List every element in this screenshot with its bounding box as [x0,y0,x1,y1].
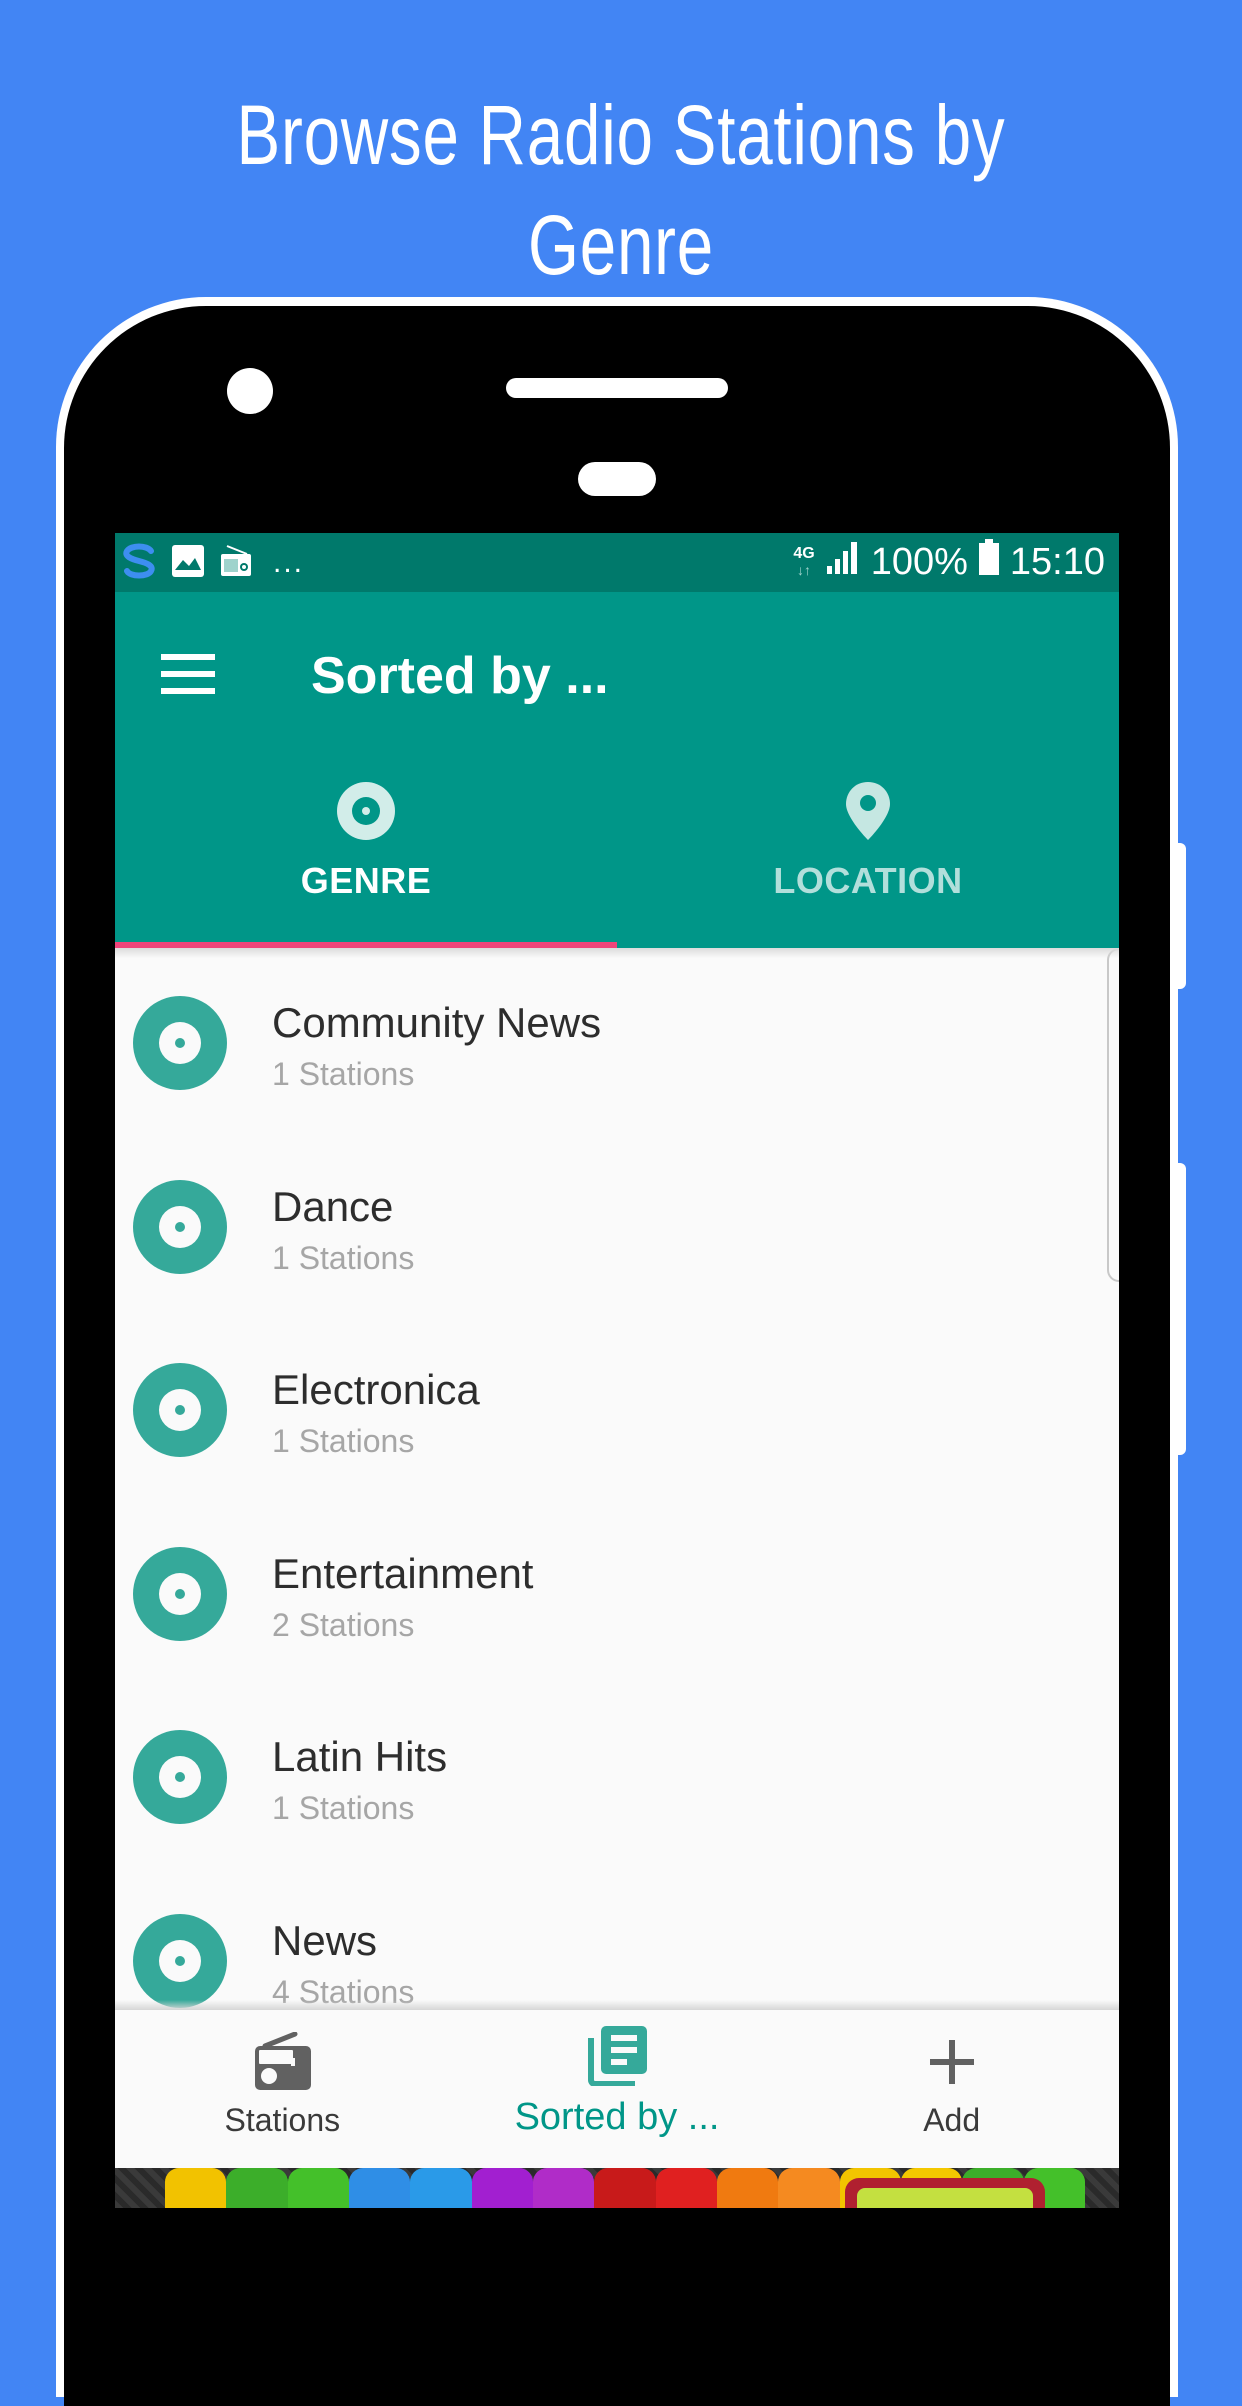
genre-list-item[interactable]: Latin Hits 1 Stations [115,1682,1119,1866]
nav-stations[interactable]: Stations [115,2010,450,2168]
battery-percent: 100% [870,540,968,583]
tab-bar: GENRE LOCATION [115,760,1119,948]
phone-sensor [578,462,656,496]
status-bar: ... 4G ↓↑ 100% 15:10 [115,533,1119,592]
network-indicator: 4G ↓↑ [793,545,815,579]
nav-sorted-by-label: Sorted by ... [514,2096,720,2138]
station-count: 1 Stations [272,1239,415,1276]
phone-side-button [1176,843,1186,989]
plus-icon [929,2040,974,2089]
genre-name: Dance [272,1182,394,1230]
location-pin-icon [845,782,891,845]
ad-cta-button[interactable] [845,2178,1045,2208]
ad-banner[interactable] [115,2168,1119,2208]
disc-icon [133,996,227,1095]
network-type: 4G [793,545,815,562]
hamburger-menu-icon[interactable] [161,654,215,694]
toolbar-title: Sorted by ... [311,647,609,705]
genre-list-item[interactable]: News 4 Stations [115,1866,1119,2011]
station-count: 1 Stations [272,1056,415,1092]
genre-name: Entertainment [272,1549,534,1597]
nav-add-label: Add [923,2102,981,2138]
nav-add[interactable]: Add [784,2010,1119,2168]
genre-name: Latin Hits [272,1733,448,1780]
disc-icon [133,1363,227,1462]
station-count: 1 Stations [272,1423,415,1459]
tab-genre-label: GENRE [300,860,432,901]
genre-name: Electronica [272,1366,480,1413]
disc-icon [133,1179,227,1279]
disc-icon [337,782,395,845]
app-toolbar: Sorted by ... [115,592,1119,760]
tab-location-label: LOCATION [773,860,963,901]
station-count: 1 Stations [272,1790,415,1826]
station-count: 2 Stations [272,1606,415,1643]
disc-icon [133,1546,227,1646]
genre-list-item[interactable]: Electronica 1 Stations [115,1315,1119,1499]
tab-genre[interactable]: GENRE [115,760,617,948]
library-books-icon [587,2026,647,2091]
genre-name: News [272,1916,378,1964]
genre-list-item[interactable]: Dance 1 Stations [115,1132,1119,1316]
tab-location[interactable]: LOCATION [617,760,1119,948]
clock: 15:10 [1009,540,1105,583]
app-screen: ... 4G ↓↑ 100% 15:10 Sorted by ... GENRE… [115,533,1119,2208]
signal-icon [825,540,861,584]
battery-icon [978,539,1000,585]
headline: Browse Radio Stations by Genre [236,88,1006,292]
genre-list-item[interactable]: Entertainment 2 Stations [115,1499,1119,1683]
disc-icon [133,1913,227,2011]
genre-list-item[interactable]: Community News 1 Stations [115,948,1119,1132]
notification-overflow: ... [273,546,305,579]
phone-side-button [1176,1163,1186,1455]
radio-icon [219,544,253,583]
phone-camera [227,368,273,414]
nav-stations-label: Stations [224,2102,341,2138]
image-icon [171,544,205,583]
bottom-navigation: Stations Sorted by ... Add [115,2000,1119,2168]
genre-list: Community News 1 Stations Dance 1 Statio… [115,948,1119,2010]
disc-icon [133,1730,227,1829]
radio-icon [253,2031,312,2095]
scroll-handle[interactable] [1107,948,1119,1282]
nav-sorted-by[interactable]: Sorted by ... [450,2010,785,2168]
phone-speaker [506,378,728,398]
shield-app-icon [121,542,157,585]
data-arrows-icon: ↓↑ [797,562,812,578]
genre-name: Community News [272,999,602,1046]
